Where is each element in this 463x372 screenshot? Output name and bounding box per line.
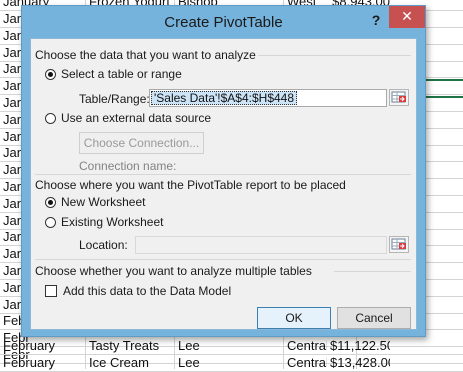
- location-label: Location:: [79, 238, 128, 252]
- data-model-checkbox[interactable]: [45, 285, 57, 297]
- divider: [334, 271, 411, 272]
- divider: [258, 55, 411, 56]
- divider: [35, 174, 411, 175]
- section-heading-multiple-tables: Choose whether you want to analyze multi…: [35, 264, 312, 278]
- data-model-checkbox-label[interactable]: Add this data to the Data Model: [63, 284, 231, 298]
- help-button[interactable]: ?: [370, 12, 382, 28]
- range-picker-button[interactable]: [389, 89, 409, 106]
- cancel-button[interactable]: Cancel: [337, 307, 411, 329]
- radio-new-worksheet-label[interactable]: New Worksheet: [61, 195, 145, 209]
- close-icon: ✕: [401, 8, 413, 24]
- divider: [35, 259, 411, 260]
- location-input[interactable]: [135, 236, 387, 254]
- cell-month[interactable]: February: [3, 338, 83, 354]
- radio-external-source[interactable]: [45, 113, 56, 124]
- cell-region[interactable]: Central: [287, 338, 327, 354]
- radio-existing-worksheet-label[interactable]: Existing Worksheet: [61, 215, 164, 229]
- connection-name-label: Connection name:: [79, 159, 177, 173]
- dialog-titlebar[interactable]: Create PivotTable ? ✕: [22, 6, 425, 38]
- create-pivottable-dialog: Create PivotTable ? ✕ Choose the data th…: [21, 5, 426, 337]
- radio-select-range[interactable]: [45, 69, 56, 80]
- table-row[interactable]: February Tasty Treats Lee Central $11,12…: [0, 338, 463, 355]
- radio-new-worksheet[interactable]: [45, 197, 56, 208]
- selection-border: [426, 96, 463, 98]
- section-heading-placement: Choose where you want the PivotTable rep…: [35, 178, 346, 192]
- table-range-label: Table/Range:: [79, 92, 150, 106]
- cell-rep[interactable]: Lee: [178, 338, 278, 354]
- close-button[interactable]: ✕: [389, 6, 425, 28]
- table-range-input[interactable]: 'Sales Data'!$A$4:$H$448: [149, 89, 387, 107]
- dialog-body: Choose the data that you want to analyze…: [30, 38, 417, 330]
- range-picker-icon: [391, 238, 406, 250]
- section-heading-data: Choose the data that you want to analyze: [35, 48, 256, 62]
- table-row[interactable]: February Ice Cream Lee Central $13,428.0…: [0, 355, 463, 372]
- range-picker-icon: [391, 91, 406, 103]
- radio-existing-worksheet[interactable]: [45, 217, 56, 228]
- choose-connection-button[interactable]: Choose Connection...: [79, 132, 204, 154]
- radio-select-range-label[interactable]: Select a table or range: [61, 67, 182, 81]
- selection-border: [426, 79, 463, 81]
- cell-amount[interactable]: $11,122.50: [330, 338, 390, 354]
- cell-product[interactable]: Tasty Treats: [89, 338, 172, 354]
- ok-button[interactable]: OK: [257, 307, 331, 329]
- dialog-title: Create PivotTable: [164, 14, 283, 31]
- location-picker-button[interactable]: [389, 236, 409, 253]
- radio-external-source-label[interactable]: Use an external data source: [61, 111, 211, 125]
- table-range-value: 'Sales Data'!$A$4:$H$448: [151, 91, 298, 105]
